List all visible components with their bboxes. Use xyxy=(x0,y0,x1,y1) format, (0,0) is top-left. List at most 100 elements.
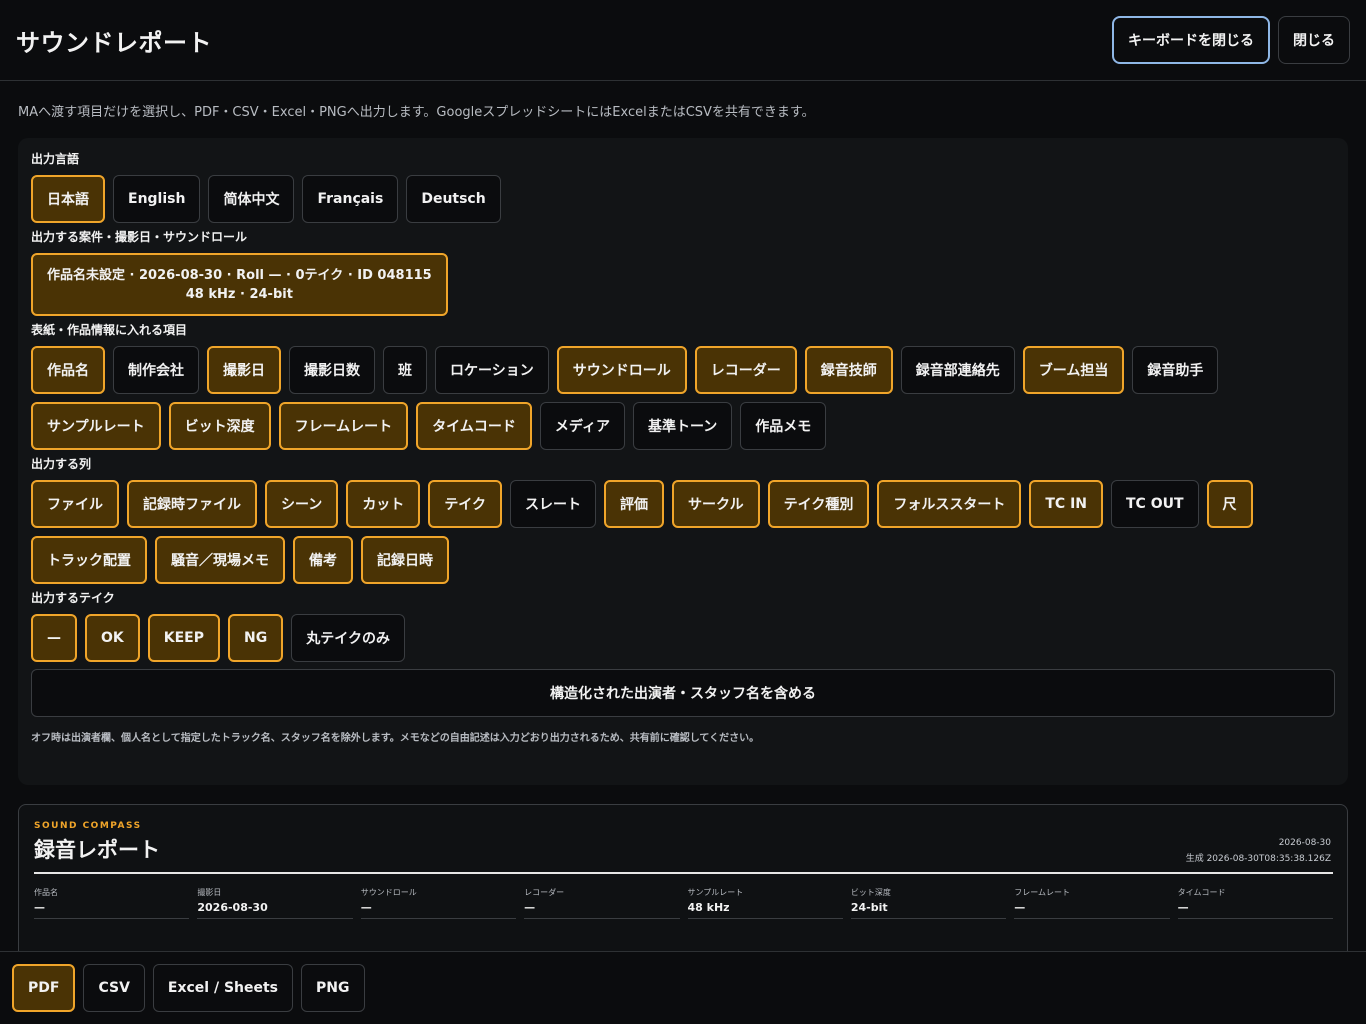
report-field-label: レコーダー xyxy=(524,888,565,897)
cover-item-toggle[interactable]: ロケーション xyxy=(435,346,549,394)
page-title: サウンドレポート xyxy=(16,28,212,57)
language-option[interactable]: English xyxy=(113,175,201,223)
export-format-button[interactable]: PDF xyxy=(12,964,76,1012)
export-options-panel: 出力言語 日本語 English 简体中文 Français Deutsch 出力する案… xyxy=(18,138,1348,785)
language-option[interactable]: Français xyxy=(302,175,399,223)
report-field-label: タイムコード xyxy=(1177,888,1226,897)
take-filter-toggle[interactable]: 丸テイクのみ xyxy=(291,614,405,662)
report-field-value: 2026-08-30 xyxy=(197,901,268,914)
include-names-toggle[interactable]: 構造化された出演者・スタッフ名を含める xyxy=(31,669,1335,717)
report-field-value: — xyxy=(360,901,372,914)
report-brand: SOUND COMPASS xyxy=(34,821,142,831)
report-field: ビット深度 24-bit xyxy=(850,887,1007,919)
cover-item-toggle[interactable]: 作品名 xyxy=(31,346,105,394)
report-field-label: 撮影日 xyxy=(197,888,222,897)
cover-item-toggle[interactable]: サンプルレート xyxy=(31,402,161,450)
report-field-label: サンプルレート xyxy=(687,888,744,897)
column-toggle[interactable]: TC OUT xyxy=(1111,480,1199,528)
language-option[interactable]: 日本語 xyxy=(31,175,105,223)
export-format-button[interactable]: PNG xyxy=(301,964,365,1012)
project-select-button[interactable]: 作品名未設定 · 2026-08-30 · Roll — · 0テイク · ID… xyxy=(31,253,448,316)
columns-options: ファイル 記録時ファイル シーン カット テイク スレート 評価 サークル テイク種別 フォルスス… xyxy=(31,480,1335,584)
cover-item-toggle[interactable]: 録音助手 xyxy=(1132,346,1219,394)
report-divider xyxy=(34,872,1333,874)
report-field-value: — xyxy=(524,901,536,914)
column-toggle[interactable]: トラック配置 xyxy=(31,536,147,584)
report-field: サンプルレート 48 kHz xyxy=(687,887,843,919)
cover-item-toggle[interactable]: 制作会社 xyxy=(113,346,199,394)
report-field-label: 作品名 xyxy=(34,888,58,897)
project-summary: 作品名未設定 · 2026-08-30 · Roll — · 0テイク · ID… xyxy=(47,267,432,283)
column-toggle[interactable]: テイク xyxy=(428,480,503,528)
take-filter-toggle[interactable]: — xyxy=(31,614,77,662)
close-keyboard-button[interactable]: キーボードを閉じる xyxy=(1112,16,1270,64)
report-field-value: — xyxy=(1177,901,1189,914)
close-button[interactable]: 閉じる xyxy=(1278,16,1350,64)
cover-item-toggle[interactable]: ブーム担当 xyxy=(1022,346,1125,394)
language-section-label: 出力言語 xyxy=(31,152,80,166)
language-option[interactable]: Deutsch xyxy=(406,175,501,223)
cover-item-toggle[interactable]: 基準トーン xyxy=(632,402,733,450)
column-toggle[interactable]: ファイル xyxy=(31,480,119,528)
cover-item-toggle[interactable]: 撮影日 xyxy=(207,346,281,394)
take-filter-toggle[interactable]: KEEP xyxy=(147,614,220,662)
cover-item-toggle[interactable]: 録音部連絡先 xyxy=(900,346,1015,394)
cover-item-toggle[interactable]: メディア xyxy=(539,402,625,450)
column-toggle[interactable]: スレート xyxy=(510,480,597,528)
column-toggle[interactable]: TC IN xyxy=(1029,480,1103,528)
take-filter-toggle[interactable]: OK xyxy=(85,614,140,662)
cover-item-toggle[interactable]: 作品メモ xyxy=(740,402,827,450)
language-option[interactable]: 简体中文 xyxy=(208,175,295,223)
report-field-value: — xyxy=(34,901,45,914)
report-field: 作品名 — xyxy=(34,887,190,919)
column-toggle[interactable]: シーン xyxy=(265,480,339,528)
intro-text: MAへ渡す項目だけを選択し、PDF・CSV・Excel・PNGへ出力します。Go… xyxy=(18,105,815,120)
column-toggle[interactable]: 記録日時 xyxy=(361,536,449,584)
column-toggle[interactable]: サークル xyxy=(672,480,760,528)
column-toggle[interactable]: カット xyxy=(346,480,421,528)
report-fields: 作品名 — 撮影日 2026-08-30 サウンドロール — レコーダー — サンプルレート 48… xyxy=(34,887,1333,919)
report-field: タイムコード — xyxy=(1177,887,1333,919)
export-format-options: PDF CSV Excel / Sheets PNG xyxy=(12,964,365,1012)
column-toggle[interactable]: 尺 xyxy=(1206,480,1253,528)
cover-item-toggle[interactable]: サウンドロール xyxy=(556,346,687,394)
project-section-label: 出力する案件・撮影日・サウンドロール xyxy=(31,230,248,244)
column-toggle[interactable]: 記録時ファイル xyxy=(127,480,257,528)
export-format-button[interactable]: CSV xyxy=(83,964,145,1012)
report-field-label: フレームレート xyxy=(1014,888,1071,897)
cover-items-options: 作品名 制作会社 撮影日 撮影日数班ロケーション サウンドロール レコーダー 録音技師 録音部… xyxy=(31,346,1335,450)
column-toggle[interactable]: 備考 xyxy=(293,536,353,584)
column-toggle[interactable]: テイク種別 xyxy=(767,480,870,528)
cover-item-toggle[interactable]: 班 xyxy=(383,346,427,394)
cover-item-toggle[interactable]: レコーダー xyxy=(694,346,797,394)
header-actions: キーボードを閉じる 閉じる xyxy=(1112,16,1350,64)
report-field-label: サウンドロール xyxy=(360,888,417,897)
report-field-label: ビット深度 xyxy=(850,888,891,897)
report-field: フレームレート — xyxy=(1014,887,1170,919)
language-options: 日本語 English 简体中文 Français Deutsch xyxy=(31,175,1335,223)
report-field-value: 24-bit xyxy=(850,901,888,914)
cover-items-section-label: 表紙・作品情報に入れる項目 xyxy=(31,323,188,337)
export-footer: PDF CSV Excel / Sheets PNG xyxy=(0,951,1366,1024)
project-audio-format: 48 kHz · 24-bit xyxy=(185,286,293,302)
cover-item-toggle[interactable]: ビット深度 xyxy=(168,402,271,450)
column-toggle[interactable]: フォルススタート xyxy=(877,480,1022,528)
report-date: 2026-08-30 xyxy=(1278,838,1331,848)
report-field: レコーダー — xyxy=(524,887,680,919)
column-toggle[interactable]: 評価 xyxy=(604,480,665,528)
report-title: 録音レポート xyxy=(34,838,160,862)
cover-item-toggle[interactable]: 撮影日数 xyxy=(289,346,375,394)
columns-section-label: 出力する列 xyxy=(31,457,92,471)
cover-item-toggle[interactable]: 録音技師 xyxy=(804,346,893,394)
report-field: 撮影日 2026-08-30 xyxy=(197,887,353,919)
column-toggle[interactable]: 騒音／現場メモ xyxy=(155,536,285,584)
cover-item-toggle[interactable]: タイムコード xyxy=(416,402,532,450)
report-meta: 2026-08-30 生成 2026-08-30T08:35:38.126Z xyxy=(1186,835,1331,867)
takes-options: — OK KEEP NG 丸テイクのみ xyxy=(31,614,1335,662)
export-format-button[interactable]: Excel / Sheets xyxy=(152,964,294,1012)
take-filter-toggle[interactable]: NG xyxy=(228,614,284,662)
privacy-note: オフ時は出演者欄、個人名として指定したトラック名、スタッフ名を除外します。メモな… xyxy=(31,733,760,744)
app-header: サウンドレポート キーボードを閉じる 閉じる xyxy=(0,0,1366,81)
cover-item-toggle[interactable]: フレームレート xyxy=(278,402,409,450)
project-row: 作品名未設定 · 2026-08-30 · Roll — · 0テイク · ID… xyxy=(31,253,1335,316)
